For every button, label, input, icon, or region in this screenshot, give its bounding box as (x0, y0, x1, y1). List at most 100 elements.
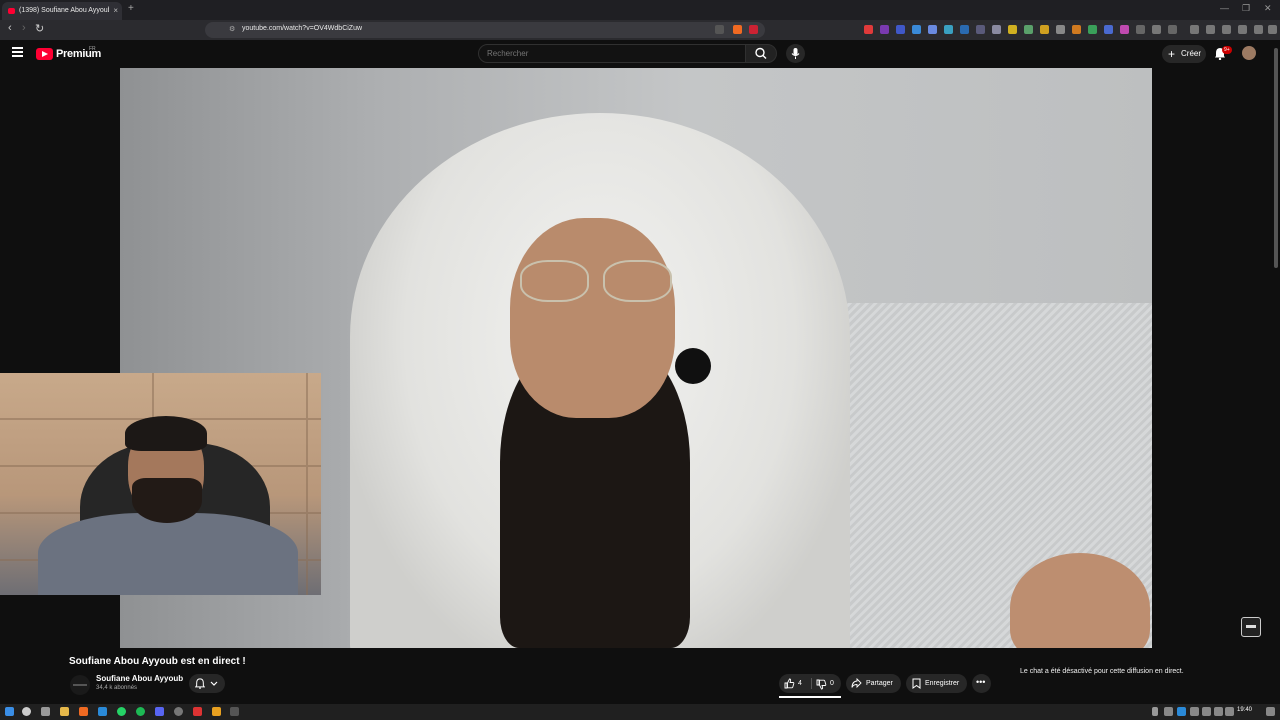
extension-icon[interactable] (1104, 25, 1113, 34)
browser-tab-bar (0, 0, 1280, 20)
share-label: Partager (866, 680, 893, 687)
thumbs-down-icon[interactable] (816, 679, 827, 690)
like-count[interactable]: 4 (798, 674, 802, 693)
sidebar-icon[interactable] (1168, 25, 1177, 34)
volume-icon[interactable] (1225, 707, 1234, 716)
download-icon[interactable] (1008, 25, 1017, 34)
tab-title: (1398) Soufiane Abou Ayyoub (19, 7, 109, 14)
whatsapp-icon[interactable] (117, 707, 126, 716)
share-button[interactable]: Partager (846, 674, 901, 693)
tray-chevron-icon[interactable] (1152, 707, 1158, 716)
back-icon[interactable]: ‹ (8, 22, 12, 34)
app-icon[interactable] (193, 707, 202, 716)
panel-icon[interactable] (1206, 25, 1215, 34)
tray-icon[interactable] (1177, 707, 1186, 716)
youtube-logo-icon[interactable] (36, 48, 53, 60)
rewards-icon[interactable] (749, 25, 758, 34)
extension-icon[interactable] (880, 25, 889, 34)
extension-icon[interactable] (976, 25, 985, 34)
save-bookmark-icon (912, 678, 921, 689)
tray-icon[interactable] (1164, 707, 1173, 716)
extension-icon[interactable] (1136, 25, 1145, 34)
share-icon (851, 678, 862, 689)
cast-icon[interactable] (715, 25, 724, 34)
create-button[interactable]: + Créer (1162, 45, 1206, 63)
video-overlay-button[interactable] (1241, 617, 1261, 637)
extension-icon[interactable] (928, 25, 937, 34)
webcam-person-body (38, 513, 298, 595)
spotify-icon[interactable] (136, 707, 145, 716)
country-code: FR (89, 46, 96, 52)
notification-center-icon[interactable] (1266, 707, 1275, 716)
like-separator (811, 678, 812, 689)
brave-browser-icon[interactable] (79, 707, 88, 716)
url-text[interactable]: youtube.com/watch?v=OV4WdbCiZuw (242, 25, 362, 32)
taskbar-search-icon[interactable] (22, 707, 31, 716)
extension-icon[interactable] (864, 25, 873, 34)
maximize-icon[interactable]: ❐ (1242, 3, 1250, 14)
extension-icon[interactable] (1072, 25, 1081, 34)
discord-icon[interactable] (155, 707, 164, 716)
app-icon[interactable] (230, 707, 239, 716)
video-frame-glasses (520, 260, 672, 302)
thumbs-up-icon[interactable] (784, 678, 795, 689)
bell-icon (195, 678, 205, 689)
task-view-icon[interactable] (41, 707, 50, 716)
window-close-icon[interactable]: ✕ (1264, 3, 1272, 14)
file-explorer-icon[interactable] (60, 707, 69, 716)
youtube-favicon-icon (8, 8, 15, 14)
microphone-icon (791, 48, 800, 59)
app-icon[interactable] (98, 707, 107, 716)
channel-avatar[interactable] (70, 675, 90, 695)
extension-icon[interactable] (1120, 25, 1129, 34)
hamburger-menu-icon[interactable] (12, 47, 23, 57)
obs-icon[interactable] (174, 707, 183, 716)
extension-icon[interactable] (992, 25, 1001, 34)
app-icon[interactable] (212, 707, 221, 716)
user-avatar[interactable] (1242, 46, 1256, 60)
browser-tab[interactable]: (1398) Soufiane Abou Ayyoub × (2, 2, 122, 20)
wallet-icon[interactable] (1222, 25, 1231, 34)
extension-icon[interactable] (960, 25, 969, 34)
network-icon[interactable] (1202, 707, 1211, 716)
dislike-count[interactable]: 0 (830, 674, 834, 693)
extensions-puzzle-icon[interactable] (1152, 25, 1161, 34)
vpn-icon[interactable] (1254, 25, 1263, 34)
more-actions-button[interactable]: ••• (972, 674, 991, 693)
like-underline (779, 696, 841, 698)
site-info-icon[interactable]: ⚙ (229, 25, 235, 33)
windows-start-icon[interactable] (5, 707, 14, 716)
forward-icon[interactable]: › (22, 22, 26, 34)
extension-icon[interactable] (912, 25, 921, 34)
extension-icon[interactable] (1088, 25, 1097, 34)
notification-badge: 9+ (1222, 46, 1232, 54)
extension-icon[interactable] (1024, 25, 1033, 34)
video-title: Soufiane Abou Ayyoub est en direct ! (69, 656, 246, 667)
extension-icon[interactable] (1056, 25, 1065, 34)
extension-icon[interactable] (896, 25, 905, 34)
subscription-notifications-button[interactable] (189, 674, 225, 693)
search-input[interactable] (478, 44, 746, 63)
close-tab-icon[interactable]: × (113, 2, 118, 20)
new-tab-button[interactable]: + (128, 3, 134, 14)
download-icon[interactable] (1238, 25, 1247, 34)
minimize-icon[interactable]: — (1220, 3, 1229, 13)
page-scrollbar[interactable] (1274, 48, 1278, 268)
channel-name[interactable]: Soufiane Abou Ayyoub (96, 674, 183, 683)
tray-icon[interactable] (1214, 707, 1223, 716)
search-button[interactable] (745, 44, 777, 63)
taskbar-clock[interactable]: 19:40 (1237, 707, 1252, 713)
voice-search-button[interactable] (786, 44, 805, 63)
video-frame-face (510, 218, 675, 418)
save-button[interactable]: Enregistrer (906, 674, 967, 693)
tray-icon[interactable] (1190, 707, 1199, 716)
brave-shield-icon[interactable] (733, 25, 742, 34)
webcam-person-hair (125, 416, 207, 451)
video-frame-headset-mic (675, 348, 711, 384)
menu-icon[interactable] (1268, 25, 1277, 34)
like-dislike-group: 4 0 (779, 674, 841, 698)
music-icon[interactable] (1190, 25, 1199, 34)
extension-icon[interactable] (944, 25, 953, 34)
reload-icon[interactable]: ↻ (35, 22, 44, 35)
extension-icon[interactable] (1040, 25, 1049, 34)
